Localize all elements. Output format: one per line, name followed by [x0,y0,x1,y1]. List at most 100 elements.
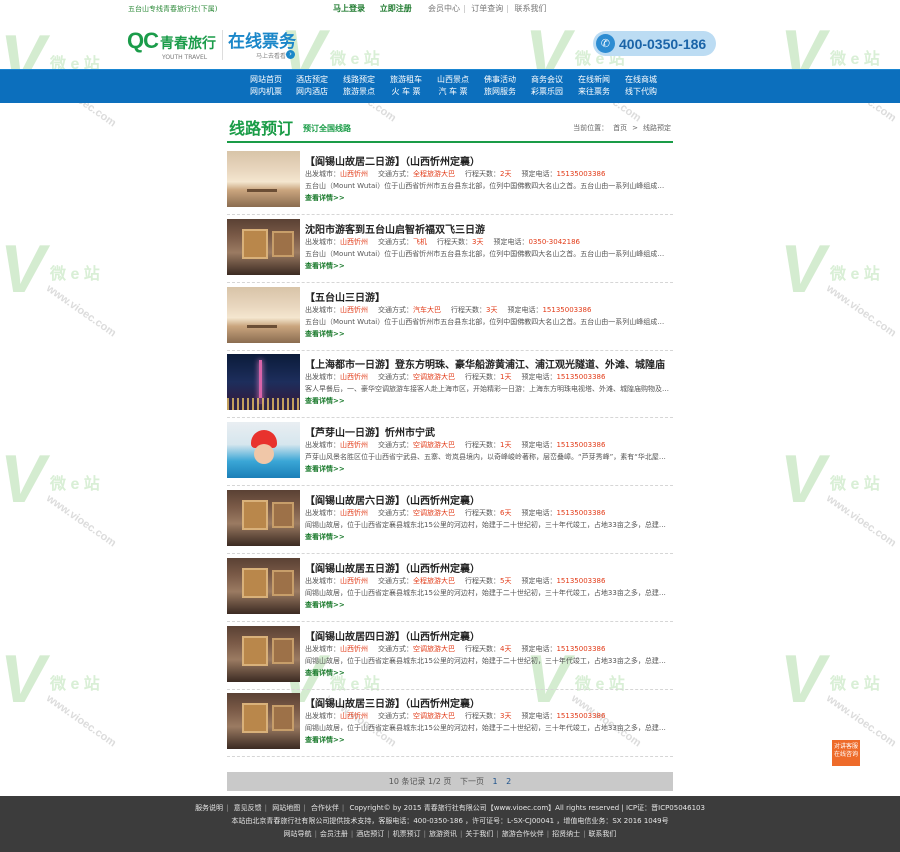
nav-top-label[interactable]: 佛事活动 [480,74,520,86]
watermark-text: 微 e 站 [50,476,100,493]
nav-bottom-label[interactable]: 线下代购 [621,86,661,98]
days-label: 行程天数： [451,305,486,314]
nav-item-1[interactable]: 酒店预定 网内酒店 [292,74,332,98]
route-thumbnail[interactable] [227,286,300,343]
nav-bottom-label[interactable]: 火 车 票 [386,86,426,98]
route-item: 【芦芽山一日游】忻州市宁武 出发城市：山西忻州 交通方式：空调旅游大巴 行程天数：1天… [227,419,673,487]
breadcrumb-home[interactable]: 首页 [613,124,627,132]
days-label: 行程天数： [465,576,500,585]
route-title[interactable]: 【上海都市一日游】登东方明珠、豪华船游黄浦江、浦江观光隧道、外滩、城隍庙 [305,356,671,371]
nav-bottom-label[interactable]: 旅网服务 [480,86,520,98]
footer-nav-link[interactable]: 旅游资讯 [429,830,457,838]
view-details-link[interactable]: 查看详情>> [305,668,345,678]
route-thumbnail[interactable] [227,693,300,750]
route-phone: 15135003386 [556,509,606,517]
watermark-url: www.vioec.com [43,692,119,750]
next-page-link[interactable]: 下一页 [460,777,484,786]
contact-link[interactable]: 联系我们 [515,4,547,13]
route-title[interactable]: 【阎锡山故居四日游】（山西忻州定襄） [305,628,671,643]
footer-nav-link[interactable]: 机票预订 [393,830,421,838]
footer-link-partners[interactable]: 合作伙伴 [311,804,339,812]
phone-label: 预定电话： [521,373,557,382]
footer-nav-link[interactable]: 会员注册 [320,830,348,838]
route-title[interactable]: 沈阳市游客到五台山启智祈福双飞三日游 [305,221,671,236]
footer-link-sitemap[interactable]: 网站地图 [272,804,300,812]
nav-top-label[interactable]: 商务会议 [527,74,567,86]
online-ticket-banner[interactable]: 在线票务 马上去看看 › [228,27,296,60]
footer-nav-link[interactable]: 网站导航 [284,830,312,838]
nav-top-label[interactable]: 线路预定 [339,74,379,86]
footer-nav-link[interactable]: 酒店预订 [356,830,384,838]
route-title[interactable]: 【阎锡山故居二日游】（山西忻州定襄） [305,153,671,168]
route-title[interactable]: 【五台山三日游】 [305,289,671,304]
transport-label: 交通方式： [378,509,413,517]
view-details-link[interactable]: 查看详情>> [305,396,345,406]
footer-nav-link[interactable]: 关于我们 [465,830,493,838]
footer-link-feedback[interactable]: 意见反馈 [234,804,262,812]
route-title[interactable]: 【芦芽山一日游】忻州市宁武 [305,424,671,439]
page-link-1[interactable]: 1 [493,777,498,786]
nav-item-0[interactable]: 网站首页 网内机票 [246,74,286,98]
nav-bottom-label[interactable]: 汽 车 票 [433,86,473,98]
route-days: 3天 [486,305,498,314]
route-thumbnail[interactable] [227,490,300,546]
days-label: 行程天数： [465,644,500,653]
nav-bottom-label[interactable]: 网内机票 [246,86,286,98]
view-details-link[interactable]: 查看详情>> [305,329,345,339]
logo-divider [222,30,223,60]
route-item: 【上海都市一日游】登东方明珠、豪华船游黄浦江、浦江观光隧道、外滩、城隍庙 出发城市… [227,351,673,419]
nav-bottom-label[interactable]: 旅游景点 [339,86,379,98]
nav-item-3[interactable]: 旅游租车火 车 票 [386,74,426,98]
days-label: 行程天数： [465,712,500,721]
nav-top-label[interactable]: 网站首页 [246,74,286,86]
nav-bottom-label[interactable]: 网内酒店 [292,86,332,98]
route-thumbnail[interactable] [227,422,300,479]
footer-nav-link[interactable]: 联系我们 [588,830,616,838]
footer-nav-link[interactable]: 招贤纳士 [552,830,580,838]
route-title[interactable]: 【阎锡山故居五日游】（山西忻州定襄） [305,560,671,575]
site-logo[interactable]: QC 青春旅行 YOUTH TRAVEL [127,28,216,61]
nav-bottom-label[interactable]: 彩票乐园 [527,86,567,98]
view-details-link[interactable]: 查看详情>> [305,464,345,474]
login-link[interactable]: 马上登录 [333,4,365,13]
nav-item-8[interactable]: 在线商城 线下代购 [621,74,661,98]
view-details-link[interactable]: 查看详情>> [305,735,345,745]
footer-nav-link[interactable]: 旅游合作伙伴 [502,830,544,838]
phone-label: 预定电话： [521,509,557,517]
nav-top-label[interactable]: 旅游租车 [386,74,426,86]
route-title[interactable]: 【阎锡山故居六日游】（山西忻州定襄） [305,492,671,507]
nav-item-7[interactable]: 在线新闻 来往票务 [574,74,614,98]
days-label: 行程天数： [465,509,500,517]
route-thumbnail[interactable] [227,151,300,207]
nav-bottom-label[interactable]: 来往票务 [574,86,614,98]
nav-top-label[interactable]: 在线新闻 [574,74,614,86]
route-thumbnail[interactable] [227,625,300,682]
footer-link-service[interactable]: 服务说明 [195,804,223,812]
nav-item-4[interactable]: 山西景点汽 车 票 [433,74,473,98]
watermark-url: www.vioec.com [823,492,899,550]
online-consult-button[interactable]: 对讲客服 在线咨询 [832,740,860,766]
view-details-link[interactable]: 查看详情>> [305,261,345,271]
route-thumbnail[interactable] [227,557,300,614]
nav-top-label[interactable]: 酒店预定 [292,74,332,86]
route-phone: 15135003386 [556,441,606,450]
nav-item-5[interactable]: 佛事活动 旅网服务 [480,74,520,98]
watermark-logo: V [0,231,46,307]
nav-top-label[interactable]: 山西景点 [433,74,473,86]
nav-top-label[interactable]: 在线商城 [621,74,661,86]
page-link-2[interactable]: 2 [506,777,511,786]
view-details-link[interactable]: 查看详情>> [305,532,345,542]
view-details-link[interactable]: 查看详情>> [305,600,345,610]
view-details-link[interactable]: 查看详情>> [305,193,345,203]
register-link[interactable]: 立即注册 [380,4,412,13]
nav-item-2[interactable]: 线路预定 旅游景点 [339,74,379,98]
nav-item-6[interactable]: 商务会议 彩票乐园 [527,74,567,98]
route-meta: 出发城市：山西忻州 交通方式：全程旅游大巴 行程天数：5天 预定电话：15135003… [305,576,615,586]
city-label: 出发城市： [305,441,340,450]
route-title[interactable]: 【阎锡山故居三日游】（山西忻州定襄） [305,695,671,710]
city-label: 出发城市： [305,509,340,517]
order-query-link[interactable]: 订单查询 [471,4,503,13]
member-center-link[interactable]: 会员中心 [428,4,460,13]
route-thumbnail[interactable] [227,354,300,411]
route-thumbnail[interactable] [227,218,300,275]
